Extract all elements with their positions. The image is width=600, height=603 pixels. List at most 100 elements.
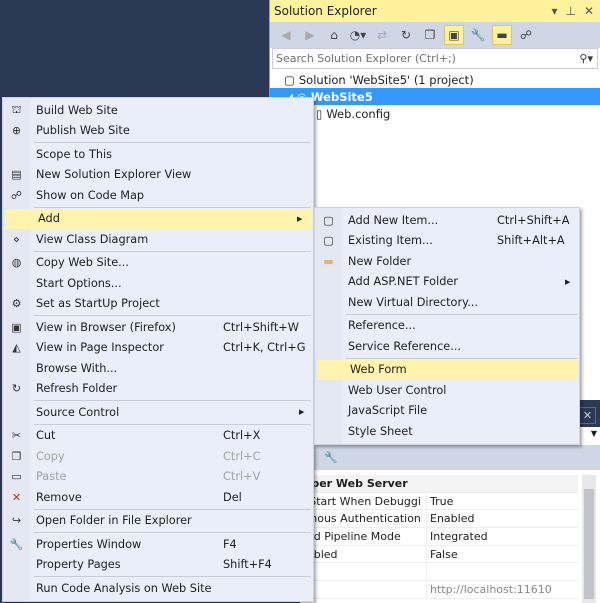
- menu-item-source-control[interactable]: Source Control ▶: [3, 402, 313, 423]
- submenu-arrow-icon: ▶: [565, 277, 571, 286]
- new-folder-icon: ▬: [323, 254, 334, 268]
- menu-item-start-options[interactable]: Start Options...: [3, 273, 313, 294]
- menu-item-shortcut: Shift+F4: [223, 558, 272, 572]
- menu-item-copy-web-site[interactable]: ◍ Copy Web Site...: [3, 253, 313, 274]
- submenu-arrow-icon: ▶: [299, 408, 305, 417]
- menu-item-reference[interactable]: Reference...: [315, 316, 579, 337]
- wrench-icon: 🔧: [9, 537, 24, 551]
- menu-item-shortcut: Ctrl+V: [223, 470, 261, 484]
- menu-item-run-code-analysis-on-web-site[interactable]: Run Code Analysis on Web Site: [3, 578, 313, 599]
- vertical-scrollbar[interactable]: [582, 475, 596, 603]
- menu-item-remove[interactable]: ✕ Remove Del: [3, 487, 313, 508]
- tree-item-web-config[interactable]: ▯ Web.config: [270, 105, 600, 122]
- sync-icon[interactable]: ⇄: [372, 25, 392, 45]
- property-row[interactable]: ymous Authentication Enabled: [300, 510, 578, 529]
- paste-icon: ▭: [11, 470, 22, 484]
- new-view-icon: ▤: [11, 168, 22, 182]
- menu-item-label: Service Reference...: [348, 339, 462, 353]
- property-row[interactable]: nabled False: [300, 545, 578, 564]
- menu-item-web-form[interactable]: Web Form: [317, 359, 577, 380]
- menu-item-web-user-control[interactable]: Web User Control: [315, 380, 579, 401]
- close-icon[interactable]: ✕: [579, 407, 596, 424]
- code-map-icon[interactable]: ☍: [516, 25, 536, 45]
- menu-item-cut[interactable]: ✂ Cut Ctrl+X: [3, 426, 313, 447]
- menu-item-shortcut: Shift+Alt+A: [497, 234, 565, 248]
- property-row[interactable]: ged Pipeline Mode Integrated: [300, 528, 578, 546]
- property-row[interactable]: s Start When Debuggi True: [300, 492, 578, 511]
- menu-item-label: Source Control: [36, 405, 120, 419]
- menu-item-label: Start Options...: [36, 276, 122, 290]
- home-icon[interactable]: ⌂: [324, 25, 344, 45]
- page-inspector-icon: ◭: [12, 341, 21, 355]
- property-grid: loper Web Server s Start When Debuggi True…: [300, 475, 578, 599]
- search-input[interactable]: Search Solution Explorer (Ctrl+;) ⚲▾: [272, 48, 598, 69]
- close-icon[interactable]: ✕: [584, 4, 594, 18]
- pin-icon[interactable]: ⊥: [565, 4, 575, 18]
- menu-item-label: Scope to This: [36, 147, 113, 161]
- property-value[interactable]: True: [427, 495, 453, 508]
- menu-item-refresh-folder[interactable]: ↻ Refresh Folder: [3, 379, 313, 400]
- tree-item-website[interactable]: ◢◎WebSite5: [270, 88, 600, 105]
- chevron-down-icon[interactable]: ▼: [591, 429, 597, 438]
- menu-item-javascript-file[interactable]: JavaScript File: [315, 401, 579, 422]
- property-value[interactable]: Integrated: [427, 530, 488, 543]
- menu-item-view-class-diagram[interactable]: ⋄ View Class Diagram: [3, 229, 313, 250]
- menu-item-shortcut: Del: [223, 490, 242, 504]
- menu-item-label: Copy: [36, 449, 65, 463]
- menu-item-open-folder-in-file-explorer[interactable]: ↪ Open Folder in File Explorer: [3, 511, 313, 532]
- menu-item-view-in-page-inspector[interactable]: ◭ View in Page Inspector Ctrl+K, Ctrl+G: [3, 338, 313, 359]
- property-value[interactable]: Enabled: [427, 512, 474, 525]
- menu-item-set-as-startup-project[interactable]: ⚙ Set as StartUp Project: [3, 294, 313, 315]
- menu-item-label: Web Form: [350, 363, 407, 377]
- add-submenu: ▢ Add New Item... Ctrl+Shift+A ▢ Existing It…: [314, 207, 580, 445]
- properties-icon[interactable]: 🔧: [468, 25, 488, 45]
- menu-item-build-web-site[interactable]: ⛫ Build Web Site: [3, 100, 313, 121]
- menu-item-add-asp-net-folder[interactable]: Add ASP.NET Folder ▶: [315, 272, 579, 293]
- solution-icon: ▢: [284, 72, 295, 87]
- menu-item-style-sheet[interactable]: Style Sheet: [315, 421, 579, 442]
- property-value[interactable]: False: [427, 548, 458, 561]
- tree-item-label: WebSite5: [310, 89, 373, 104]
- menu-item-new-virtual-directory[interactable]: New Virtual Directory...: [315, 292, 579, 313]
- menu-item-service-reference[interactable]: Service Reference...: [315, 336, 579, 357]
- menu-item-label: New Solution Explorer View: [36, 168, 192, 182]
- property-value[interactable]: http://localhost:11610: [427, 583, 552, 596]
- publish-icon: ⊕: [11, 124, 22, 138]
- search-placeholder: Search Solution Explorer (Ctrl+;): [276, 52, 456, 65]
- refresh-icon: ↻: [11, 382, 22, 396]
- menu-item-new-solution-explorer-view[interactable]: ▤ New Solution Explorer View: [3, 165, 313, 186]
- gear-icon: ⚙: [11, 297, 22, 311]
- copy-web-icon: ◍: [11, 256, 22, 270]
- refresh-icon[interactable]: ↻: [396, 25, 416, 45]
- forward-icon[interactable]: ▶: [300, 25, 320, 45]
- preview-icon[interactable]: ▬: [492, 25, 512, 45]
- property-category[interactable]: loper Web Server: [300, 475, 578, 493]
- menu-item-properties-window[interactable]: 🔧 Properties Window F4: [3, 534, 313, 555]
- show-all-files-icon[interactable]: ▣: [444, 25, 464, 45]
- tree-item-solution[interactable]: ▢ Solution 'WebSite5' (1 project): [270, 71, 600, 88]
- menu-item-browse-with[interactable]: Browse With...: [3, 358, 313, 379]
- property-pages-icon[interactable]: 🔧: [324, 451, 338, 464]
- back-icon[interactable]: ◀: [276, 25, 296, 45]
- menu-item-add[interactable]: Add ▶: [5, 208, 311, 229]
- build-icon: ⛫: [11, 102, 22, 116]
- property-row[interactable]: RL: [300, 563, 578, 582]
- menu-item-view-in-browser-firefox[interactable]: ▣ View in Browser (Firefox) Ctrl+Shift+W: [3, 317, 313, 338]
- collapse-all-icon[interactable]: ❐: [420, 25, 440, 45]
- pending-changes-icon[interactable]: ◔▾: [348, 25, 368, 45]
- menu-item-copy[interactable]: ❐ Copy Ctrl+C: [3, 446, 313, 467]
- menu-item-paste[interactable]: ▭ Paste Ctrl+V: [3, 467, 313, 488]
- menu-item-add-new-item[interactable]: ▢ Add New Item... Ctrl+Shift+A: [315, 210, 579, 231]
- menu-item-property-pages[interactable]: Property Pages Shift+F4: [3, 555, 313, 576]
- menu-item-existing-item[interactable]: ▢ Existing Item... Shift+Alt+A: [315, 231, 579, 252]
- property-name: nabled: [300, 545, 427, 563]
- menu-item-new-folder[interactable]: ▬ New Folder: [315, 251, 579, 272]
- menu-item-show-on-code-map[interactable]: ☍ Show on Code Map: [3, 185, 313, 206]
- menu-item-scope-to-this[interactable]: Scope to This: [3, 144, 313, 165]
- search-icon[interactable]: ⚲▾: [579, 52, 597, 65]
- menu-item-publish-web-site[interactable]: ⊕ Publish Web Site: [3, 121, 313, 142]
- property-row[interactable]: http://localhost:11610: [300, 581, 578, 599]
- dropdown-icon[interactable]: ▾: [551, 4, 557, 18]
- scrollbar-thumb[interactable]: [584, 489, 594, 599]
- menu-item-label: Remove: [36, 490, 82, 504]
